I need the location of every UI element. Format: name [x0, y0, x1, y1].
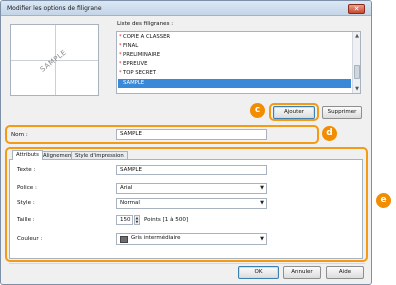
text-label: Texte : — [17, 167, 36, 173]
callout-badge-d: d — [322, 126, 337, 141]
list-item-label: TOP SECRET — [123, 70, 156, 76]
color-select-value: Gris intermédiaire — [131, 235, 181, 241]
help-button[interactable]: Aide — [326, 266, 364, 279]
scroll-up-icon[interactable]: ▲ — [353, 32, 361, 40]
list-item-label: FINAL — [123, 43, 139, 49]
callout-badge-c: c — [250, 103, 265, 118]
close-icon: ✕ — [353, 5, 360, 13]
dialog-title: Modifier les options de filigrane — [7, 5, 102, 12]
chevron-down-icon: ▼ — [260, 236, 264, 242]
list-scrollbar[interactable]: ▲ ▼ — [352, 32, 360, 93]
list-item[interactable]: * EPREUVE — [118, 60, 351, 69]
font-select[interactable]: Arial ▼ — [116, 183, 267, 194]
list-item[interactable]: * TOP SECRET — [118, 69, 351, 78]
list-item-label: SAMPLE — [123, 80, 145, 86]
scroll-down-icon[interactable]: ▼ — [353, 85, 361, 93]
size-unit-label: Points [1 à 500] — [144, 217, 189, 223]
close-button[interactable]: ✕ — [348, 4, 365, 14]
registered-marker-icon: * — [119, 52, 122, 58]
color-swatch — [120, 236, 128, 243]
list-item-label: EPREUVE — [123, 61, 148, 67]
text-input[interactable]: SAMPLE — [116, 165, 267, 175]
watermark-options-dialog: Modifier les options de filigrane ✕ SAMP… — [0, 0, 372, 285]
delete-button[interactable]: Supprimer — [322, 106, 362, 119]
watermark-list[interactable]: * COPIE A CLASSER * FINAL * PRELIMINAIRE… — [116, 31, 361, 94]
color-label: Couleur : — [17, 236, 43, 242]
watermark-list-label: Liste des filigranes : — [117, 21, 174, 27]
list-item-selected[interactable]: SAMPLE — [118, 79, 351, 88]
chevron-down-icon: ▼ — [260, 200, 264, 206]
add-button[interactable]: Ajouter — [273, 106, 315, 119]
font-label: Police : — [17, 185, 37, 191]
ok-button[interactable]: OK — [238, 266, 279, 279]
spin-down-icon[interactable]: ▼ — [135, 220, 139, 224]
watermark-preview: SAMPLE — [10, 24, 99, 96]
style-select[interactable]: Normal ▼ — [116, 198, 267, 209]
scroll-thumb[interactable] — [354, 65, 360, 79]
callout-badge-e: e — [376, 193, 391, 208]
font-select-value: Arial — [120, 185, 133, 191]
list-item[interactable]: * PRELIMINAIRE — [118, 51, 351, 60]
size-spinner[interactable]: ▲ ▼ — [134, 215, 140, 225]
title-bar: Modifier les options de filigrane ✕ — [1, 1, 371, 16]
cancel-button[interactable]: Annuler — [283, 266, 321, 279]
chevron-down-icon: ▼ — [260, 185, 264, 191]
list-item[interactable]: * FINAL — [118, 42, 351, 51]
style-label: Style : — [17, 200, 35, 206]
footer-divider — [9, 263, 365, 264]
tab-attributes[interactable]: Attributs — [12, 150, 43, 160]
registered-marker-icon: * — [119, 43, 122, 49]
list-item-label: PRELIMINAIRE — [123, 52, 161, 58]
list-item[interactable]: * COPIE A CLASSER — [118, 33, 351, 42]
size-input[interactable]: 150 — [116, 215, 133, 225]
registered-marker-icon: * — [119, 70, 122, 76]
name-input[interactable]: SAMPLE — [116, 129, 267, 140]
list-item-label: COPIE A CLASSER — [123, 34, 171, 40]
preview-watermark-text: SAMPLE — [38, 48, 69, 74]
size-label: Taille : — [17, 217, 35, 223]
name-label: Nom : — [11, 132, 28, 138]
style-select-value: Normal — [120, 200, 140, 206]
registered-marker-icon: * — [119, 34, 122, 40]
registered-marker-icon: * — [119, 61, 122, 67]
color-select[interactable]: Gris intermédiaire ▼ — [116, 233, 267, 245]
